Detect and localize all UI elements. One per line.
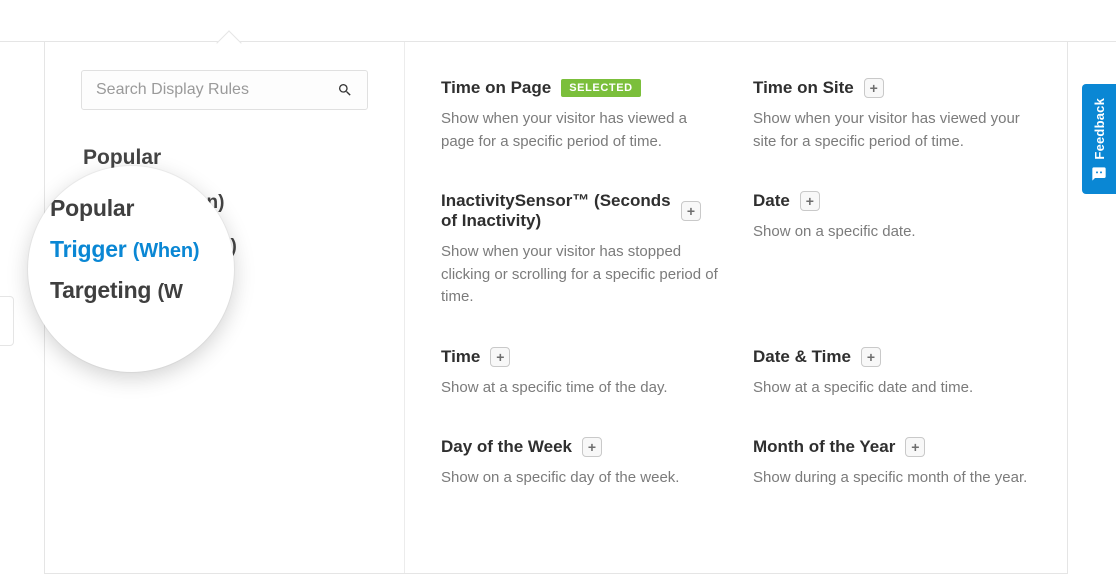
sidebar-item-personalization[interactable]: Personalization [81,268,368,309]
add-rule-button[interactable]: + [861,347,881,367]
search-box[interactable] [81,70,368,110]
rule-title: Time on Page [441,78,551,98]
add-rule-button[interactable]: + [490,347,510,367]
main: Time on Page SELECTED Show when your vis… [405,42,1067,573]
rule-head: Day of the Week + [441,437,725,457]
rule-time[interactable]: Time + Show at a specific time of the da… [441,347,725,400]
rule-title: InactivitySensor™ (Seconds of Inactivity… [441,191,671,231]
rule-head: InactivitySensor™ (Seconds of Inactivity… [441,191,725,231]
add-rule-button[interactable]: + [905,437,925,457]
sidebar-item-ecommerce[interactable]: Ecommerce [81,309,368,350]
search-input[interactable] [96,81,337,99]
rule-desc: Show at a specific date and time. [753,377,1033,400]
page: Popular Trigger (When) Targeting (Who) P… [0,42,1116,574]
collapse-tab[interactable] [0,296,14,346]
sidebar-item-sub: (Who) [183,236,237,257]
selected-badge: SELECTED [561,79,640,97]
left-strip [0,42,40,574]
rule-head: Time on Page SELECTED [441,78,725,98]
sidebar-item-label: Ecommerce [83,319,185,339]
rule-desc: Show when your visitor has stopped click… [441,241,721,309]
feedback-widget[interactable]: Feedback [1082,84,1116,194]
rule-title: Date [753,191,790,211]
rule-inactivity-sensor[interactable]: InactivitySensor™ (Seconds of Inactivity… [441,191,725,309]
rule-desc: Show during a specific month of the year… [753,467,1033,490]
rule-desc: Show on a specific date. [753,221,1033,244]
rule-title: Day of the Week [441,437,572,457]
rule-desc: Show on a specific day of the week. [441,467,721,490]
rule-date[interactable]: Date + Show on a specific date. [753,191,1037,309]
sidebar-item-label: Popular [83,146,161,169]
rule-head: Month of the Year + [753,437,1037,457]
rule-title: Time [441,347,480,367]
sidebar-item-label: Trigger [83,190,154,213]
rule-desc: Show when your visitor has viewed a page… [441,108,721,153]
sidebar-item-trigger[interactable]: Trigger (When) [81,180,368,224]
add-rule-button[interactable]: + [800,191,820,211]
rule-time-on-page[interactable]: Time on Page SELECTED Show when your vis… [441,78,725,153]
topbar [0,0,1116,42]
search-icon [337,82,353,98]
rule-title: Month of the Year [753,437,895,457]
rule-title: Date & Time [753,347,851,367]
sidebar-item-label: Targeting [83,234,177,257]
rule-date-time[interactable]: Date & Time + Show at a specific date an… [753,347,1037,400]
rule-head: Date & Time + [753,347,1037,367]
sidebar: Popular Trigger (When) Targeting (Who) P… [45,42,405,573]
rule-head: Time on Site + [753,78,1037,98]
rule-desc: Show at a specific time of the day. [441,377,721,400]
sidebar-item-targeting[interactable]: Targeting (Who) [81,224,368,268]
rule-day-of-week[interactable]: Day of the Week + Show on a specific day… [441,437,725,490]
add-rule-button[interactable]: + [681,201,701,221]
sidebar-item-sub: (When) [160,192,224,213]
panel-wrap: Popular Trigger (When) Targeting (Who) P… [44,42,1068,574]
rule-head: Date + [753,191,1037,211]
rule-head: Time + [441,347,725,367]
sidebar-item-label: Personalization [83,278,216,298]
add-rule-button[interactable]: + [582,437,602,457]
sidebar-item-popular[interactable]: Popular [81,136,368,180]
rules-grid: Time on Page SELECTED Show when your vis… [441,78,1037,490]
rule-time-on-site[interactable]: Time on Site + Show when your visitor ha… [753,78,1037,153]
nav: Popular Trigger (When) Targeting (Who) P… [81,136,368,350]
rule-month-of-year[interactable]: Month of the Year + Show during a specif… [753,437,1037,490]
rule-title: Time on Site [753,78,854,98]
rule-desc: Show when your visitor has viewed your s… [753,108,1033,153]
chat-icon [1091,166,1107,182]
add-rule-button[interactable]: + [864,78,884,98]
feedback-label: Feedback [1092,98,1107,160]
